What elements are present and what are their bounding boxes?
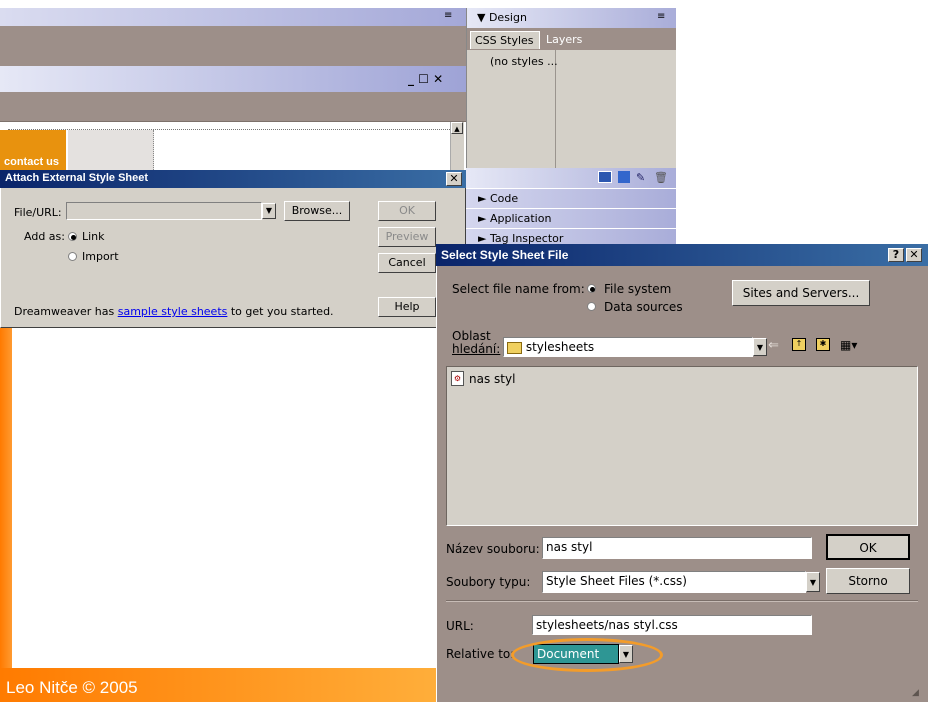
- attach-cancel-button[interactable]: Cancel: [378, 253, 436, 273]
- filetype-label: Soubory typu:: [446, 575, 531, 589]
- data-sources-radio[interactable]: [587, 302, 596, 311]
- look-in-value: stylesheets: [525, 340, 595, 354]
- dialog-separator: [446, 600, 918, 602]
- select-dialog-title: Select Style Sheet File: [436, 244, 928, 266]
- delete-style-icon[interactable]: 🗑: [654, 171, 668, 184]
- scroll-up-arrow-icon[interactable]: ▲: [451, 122, 463, 134]
- document-window-controls[interactable]: _ ☐ ✕: [408, 72, 464, 86]
- file-url-label: File/URL:: [14, 206, 62, 219]
- note-suffix: to get you started.: [227, 305, 334, 318]
- view-menu-icon[interactable]: ▦▾: [840, 338, 866, 352]
- layout-cell: [68, 130, 154, 170]
- attach-dialog-title: Attach External Style Sheet: [0, 170, 466, 188]
- select-cancel-button[interactable]: Storno: [826, 568, 910, 594]
- select-dialog-title-text: Select Style Sheet File: [441, 248, 569, 262]
- help-icon[interactable]: ?: [888, 248, 904, 262]
- design-panel-label: ▼ Design: [477, 11, 527, 24]
- filename-label: Název souboru:: [446, 542, 540, 556]
- options-menu-icon[interactable]: ≡: [444, 10, 452, 21]
- tab-css-styles[interactable]: CSS Styles: [470, 31, 540, 49]
- note-prefix: Dreamweaver has: [14, 305, 118, 318]
- design-panel-header[interactable]: ▼ Design ≡: [466, 8, 676, 28]
- file-system-radio[interactable]: [587, 284, 596, 293]
- page-orange-border: [0, 328, 12, 676]
- copyright-text: Leo Nitče © 2005: [6, 678, 138, 697]
- file-url-dropdown-icon[interactable]: ▼: [262, 203, 276, 219]
- new-folder-icon[interactable]: ✱: [816, 338, 830, 351]
- document-scrollbar[interactable]: ▲: [450, 122, 464, 170]
- select-dialog-close-icon[interactable]: ✕: [906, 248, 922, 262]
- document-toolbar: [0, 92, 466, 122]
- filetype-dropdown-icon[interactable]: ▼: [806, 572, 820, 592]
- look-in-dropdown-icon[interactable]: ▼: [753, 338, 767, 356]
- file-system-label: File system: [604, 282, 672, 296]
- link-option-label: Link: [82, 230, 105, 243]
- sample-style-sheets-note: Dreamweaver has sample style sheets to g…: [14, 305, 334, 318]
- contact-cell: contact us: [0, 130, 66, 170]
- attach-dialog-title-text: Attach External Style Sheet: [5, 172, 149, 184]
- import-radio[interactable]: [68, 252, 77, 261]
- sites-and-servers-button[interactable]: Sites and Servers...: [732, 280, 870, 306]
- new-css-rule-icon[interactable]: [618, 171, 630, 183]
- toolbar-strip: ≡: [0, 8, 468, 26]
- data-sources-label: Data sources: [604, 300, 683, 314]
- url-label: URL:: [446, 619, 474, 633]
- attach-dialog-close-icon[interactable]: ✕: [446, 172, 462, 186]
- toolbar-area: [0, 26, 468, 66]
- folder-icon: [507, 341, 522, 354]
- attach-style-sheet-icon[interactable]: [598, 171, 612, 183]
- file-name: nas styl: [469, 372, 516, 386]
- css-file-icon: ⚙: [451, 371, 464, 386]
- url-input[interactable]: stylesheets/nas styl.css: [532, 615, 812, 635]
- sample-style-sheets-link[interactable]: sample style sheets: [118, 305, 228, 318]
- relative-to-label: Relative to:: [446, 647, 515, 661]
- css-panel-iconbar: ✎ 🗑: [466, 168, 676, 188]
- tag-inspector-panel-row[interactable]: ► Tag Inspector: [466, 228, 676, 245]
- tab-layers[interactable]: Layers: [546, 33, 582, 46]
- link-radio[interactable]: [68, 232, 77, 241]
- highlight-ellipse: [511, 638, 663, 672]
- attach-ok-button[interactable]: OK: [378, 201, 436, 221]
- up-folder-icon[interactable]: ↑: [792, 338, 806, 351]
- application-panel-row[interactable]: ► Application: [466, 208, 676, 228]
- panel-options-icon[interactable]: ≡: [657, 11, 665, 22]
- code-panel-row[interactable]: ► Code: [466, 188, 676, 208]
- edit-style-icon[interactable]: ✎: [636, 171, 648, 184]
- contact-us-text: contact us: [4, 156, 60, 168]
- document-ruler: [8, 122, 458, 130]
- page-content-area: [12, 328, 436, 668]
- select-from-label: Select file name from:: [452, 282, 585, 296]
- attach-help-button[interactable]: Help: [378, 297, 436, 317]
- attach-preview-button[interactable]: Preview: [378, 227, 436, 247]
- document-window-titlebar: [0, 66, 466, 92]
- back-arrow-icon[interactable]: ⇐: [768, 338, 779, 353]
- filetype-select[interactable]: Style Sheet Files (*.css): [542, 571, 806, 593]
- look-in-select[interactable]: stylesheets: [503, 337, 753, 357]
- browse-button[interactable]: Browse...: [284, 201, 350, 221]
- no-styles-text: (no styles ...: [490, 55, 558, 68]
- resize-grip-icon[interactable]: ◢: [912, 688, 924, 700]
- filename-input[interactable]: nas styl: [542, 537, 812, 559]
- file-url-input[interactable]: [66, 202, 262, 220]
- add-as-label: Add as:: [24, 230, 65, 243]
- import-option-label: Import: [82, 250, 119, 263]
- file-list[interactable]: ⚙ nas styl: [446, 366, 918, 526]
- look-in-label: Oblast hledání:: [452, 330, 500, 356]
- select-ok-button[interactable]: OK: [826, 534, 910, 560]
- look-in-label-line2: hledání:: [452, 342, 501, 356]
